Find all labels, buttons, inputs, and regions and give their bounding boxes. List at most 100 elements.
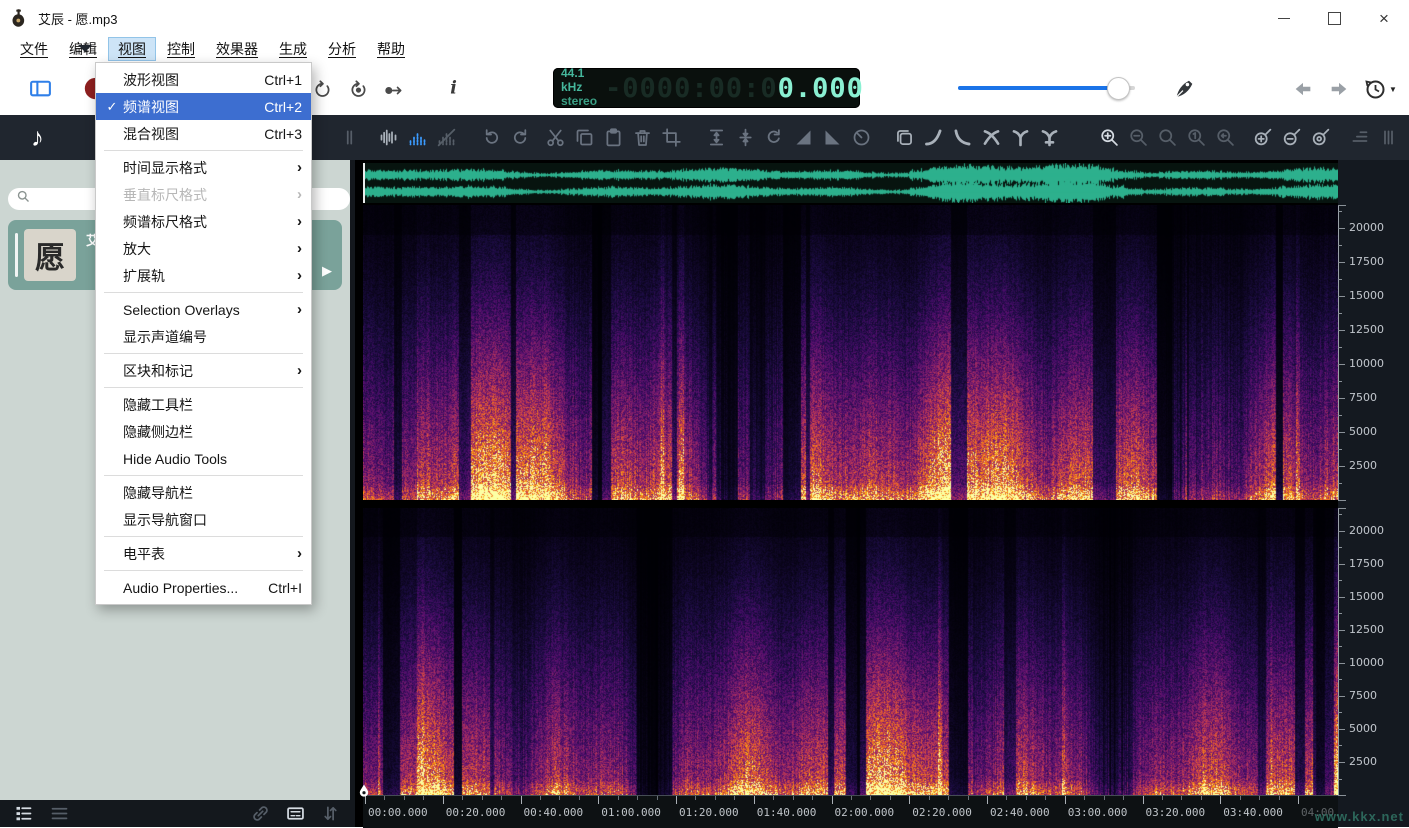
compress-vertical-icon[interactable] <box>731 123 760 152</box>
time-tick-minor <box>1084 796 1085 800</box>
menu-3[interactable]: 控制 <box>157 37 205 61</box>
sidebar-toggle-icon[interactable] <box>28 76 53 101</box>
history-back-icon[interactable] <box>1292 78 1314 100</box>
levels-icon[interactable] <box>1345 123 1374 152</box>
delete-icon[interactable] <box>628 123 657 152</box>
minimize-button[interactable] <box>1259 0 1309 36</box>
menu-6[interactable]: 分析 <box>318 37 366 61</box>
menu-item-8[interactable]: 扩展轨› <box>96 262 311 289</box>
file-item-accent-bar <box>15 233 18 277</box>
menu-item-13[interactable]: 区块和标记› <box>96 357 311 384</box>
menu-7[interactable]: 帮助 <box>367 37 415 61</box>
menu-item-10[interactable]: Selection Overlays› <box>96 296 311 323</box>
trim-icon[interactable] <box>657 123 686 152</box>
menu-item-22[interactable]: 电平表› <box>96 540 311 567</box>
spectrogram-right-channel[interactable] <box>363 508 1338 795</box>
close-button[interactable]: × <box>1359 0 1409 36</box>
menu-item-17[interactable]: Hide Audio Tools <box>96 445 311 472</box>
navigator-position[interactable] <box>363 163 365 203</box>
waveform-view-icon[interactable] <box>374 123 403 152</box>
history-dropdown-caret[interactable]: ▼ <box>1389 85 1397 94</box>
menu-item-24[interactable]: Audio Properties...Ctrl+I <box>96 574 311 601</box>
file-tab[interactable]: ♪ <box>0 115 75 160</box>
freq-tick <box>1338 262 1345 263</box>
freq-tick <box>1338 330 1345 331</box>
mixed-view-icon[interactable] <box>432 123 461 152</box>
repeat-icon[interactable] <box>308 76 337 105</box>
time-ruler[interactable]: 00:00.00000:20.00000:40.00001:00.00001:2… <box>363 795 1338 828</box>
menu-0[interactable]: 文件 <box>10 37 58 61</box>
duplicate-icon[interactable] <box>890 123 919 152</box>
crossfade-icon[interactable] <box>977 123 1006 152</box>
merge-curve-icon[interactable] <box>1035 123 1064 152</box>
time-counter-dim: -0000:00:0 <box>605 73 778 104</box>
list-detail-icon[interactable] <box>12 803 34 825</box>
fade-in-icon[interactable] <box>789 123 818 152</box>
reverse-icon[interactable] <box>760 123 789 152</box>
fade-out-icon[interactable] <box>818 123 847 152</box>
curve-up-icon[interactable] <box>919 123 948 152</box>
spectrogram-left-channel[interactable] <box>363 205 1338 500</box>
menu-5[interactable]: 生成 <box>269 37 317 61</box>
freq-tick-label: 15000 <box>1349 590 1384 603</box>
redo-icon[interactable] <box>506 123 535 152</box>
zoom-in-icon[interactable] <box>1095 123 1124 152</box>
maximize-button[interactable] <box>1309 0 1359 36</box>
zoom-out-icon[interactable] <box>1124 123 1153 152</box>
play-position-icon[interactable] <box>380 76 409 105</box>
menu-item-15[interactable]: 隐藏工具栏 <box>96 391 311 418</box>
menu-4[interactable]: 效果器 <box>206 37 268 61</box>
paste-icon[interactable] <box>599 123 628 152</box>
preview-icon[interactable] <box>284 803 306 825</box>
history-icon[interactable]: ▼ <box>1363 77 1397 101</box>
freq-tick <box>1338 547 1342 548</box>
split-curve-icon[interactable] <box>1006 123 1035 152</box>
cut-icon[interactable] <box>541 123 570 152</box>
menu-item-11[interactable]: 显示声道编号 <box>96 323 311 350</box>
copy-icon[interactable] <box>570 123 599 152</box>
drag-handle-icon[interactable] <box>335 123 364 152</box>
list-icon[interactable] <box>48 803 70 825</box>
freq-tick <box>1338 663 1345 664</box>
menu-item-0[interactable]: 波形视图Ctrl+1 <box>96 66 311 93</box>
info-icon[interactable]: i <box>442 77 464 99</box>
vzoom-out-icon[interactable] <box>1277 123 1306 152</box>
vzoom-reset-icon[interactable] <box>1306 123 1335 152</box>
volume-thumb[interactable] <box>1107 77 1130 100</box>
close-icon: × <box>1379 10 1389 27</box>
menu-item-4[interactable]: 时间显示格式› <box>96 154 311 181</box>
menu-2[interactable]: 视图 <box>108 37 156 61</box>
menu-item-20[interactable]: 显示导航窗口 <box>96 506 311 533</box>
menu-item-1[interactable]: ✓频谱视图Ctrl+2 <box>96 93 311 120</box>
freq-tick <box>1338 597 1345 598</box>
menu-item-6[interactable]: 频谱标尺格式› <box>96 208 311 235</box>
zoom-icon[interactable] <box>1153 123 1182 152</box>
expand-vertical-icon[interactable] <box>702 123 731 152</box>
menu-item-16[interactable]: 隐藏侧边栏 <box>96 418 311 445</box>
zoom-prev-icon[interactable] <box>1211 123 1240 152</box>
gain-icon[interactable] <box>847 123 876 152</box>
time-tick-minor <box>773 796 774 800</box>
menu-item-19[interactable]: 隐藏导航栏 <box>96 479 311 506</box>
undo-icon[interactable] <box>477 123 506 152</box>
volume-slider[interactable] <box>958 80 1135 96</box>
zoom-one-icon[interactable] <box>1182 123 1211 152</box>
time-tick-minor <box>929 796 930 800</box>
freq-axis-line <box>1338 508 1339 795</box>
pen-icon[interactable] <box>1172 76 1197 101</box>
spectral-view-icon[interactable] <box>403 123 432 152</box>
link-icon[interactable] <box>249 803 271 825</box>
history-forward-icon[interactable] <box>1328 78 1350 100</box>
menu-item-7[interactable]: 放大› <box>96 235 311 262</box>
navigator-overview[interactable] <box>363 163 1338 203</box>
playhead-pin[interactable] <box>358 784 370 803</box>
play-icon[interactable]: ▶ <box>322 263 332 279</box>
repeat-once-icon[interactable] <box>344 76 373 105</box>
menu-item-2[interactable]: 混合视图Ctrl+3 <box>96 120 311 147</box>
drag-handle2-icon[interactable] <box>1374 123 1403 152</box>
time-tick <box>443 796 444 804</box>
sort-icon[interactable] <box>319 803 341 825</box>
app-icon <box>10 8 30 28</box>
curve-down-icon[interactable] <box>948 123 977 152</box>
vzoom-in-icon[interactable] <box>1248 123 1277 152</box>
